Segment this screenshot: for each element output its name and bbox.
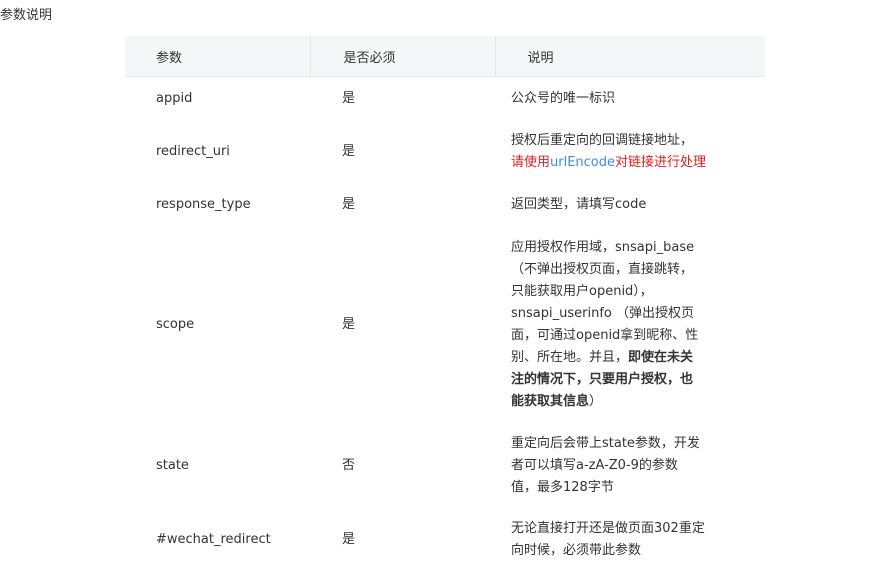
desc-line: 者可以填写a-zA-Z0-9的参数 xyxy=(511,457,678,473)
param-description: 授权后重定向的回调链接地址， 请使用urlEncode对链接进行处理 xyxy=(495,121,765,183)
desc-text: 别、所在地。并且， xyxy=(511,349,629,365)
header-required: 是否必须 xyxy=(309,36,495,77)
param-description: 应用授权作用域，snsapi_base （不弹出授权页面，直接跳转， 只能获取用… xyxy=(495,227,765,423)
parameters-table: 参数 是否必须 说明 appid 是 公众号的唯一标识 redirect_uri… xyxy=(125,36,765,571)
desc-bold-line: 注的情况下，只要用户授权，也 xyxy=(511,371,694,387)
param-required: 是 xyxy=(342,143,356,159)
desc-line: 能获取其信息） xyxy=(511,391,735,413)
desc-line: 公众号的唯一标识 xyxy=(511,90,616,106)
table-header-row: 参数 是否必须 说明 xyxy=(125,36,765,77)
desc-line: 无论直接打开还是做页面302重定 xyxy=(511,520,705,536)
desc-note-post: 对链接进行处理 xyxy=(615,154,707,170)
desc-bold: 即使在未关 xyxy=(628,349,694,365)
desc-bold: 能获取其信息 xyxy=(511,393,590,409)
param-required: 是 xyxy=(342,316,356,332)
param-name: #wechat_redirect xyxy=(156,531,271,547)
header-param: 参数 xyxy=(125,36,310,77)
desc-line: 返回类型，请填写code xyxy=(511,196,647,212)
desc-line: 应用授权作用域，snsapi_base xyxy=(511,239,695,255)
desc-line: 面，可通过openid拿到昵称、性 xyxy=(511,327,699,343)
param-name: appid xyxy=(156,90,193,106)
desc-note: 请使用urlEncode对链接进行处理 xyxy=(511,152,735,174)
desc-text: ） xyxy=(589,393,603,409)
param-name: redirect_uri xyxy=(156,143,230,159)
desc-line: 向时候，必须带此参数 xyxy=(511,542,642,558)
param-description: 公众号的唯一标识 xyxy=(495,77,765,121)
desc-line: （不弹出授权页面，直接跳转， xyxy=(511,261,694,277)
param-name: state xyxy=(156,457,189,473)
desc-line: 授权后重定向的回调链接地址， xyxy=(511,132,694,148)
desc-line: 重定向后会带上state参数，开发 xyxy=(511,435,700,451)
param-name: response_type xyxy=(156,196,251,212)
desc-line: 值，最多128字节 xyxy=(511,479,614,495)
param-description: 重定向后会带上state参数，开发 者可以填写a-zA-Z0-9的参数 值，最多… xyxy=(495,423,765,509)
section-title: 参数说明 xyxy=(0,8,53,23)
desc-line: 别、所在地。并且，即使在未关 xyxy=(511,347,735,369)
param-description: 返回类型，请填写code xyxy=(495,183,765,227)
urlencode-link[interactable]: urlEncode xyxy=(550,155,615,170)
table-row: appid 是 公众号的唯一标识 xyxy=(125,77,765,121)
param-name: scope xyxy=(156,316,195,332)
param-required: 是 xyxy=(342,531,356,547)
table-row: scope 是 应用授权作用域，snsapi_base （不弹出授权页面，直接跳… xyxy=(125,227,765,423)
table-row: redirect_uri 是 授权后重定向的回调链接地址， 请使用urlEnco… xyxy=(125,121,765,183)
param-required: 是 xyxy=(342,90,356,106)
desc-note-pre: 请使用 xyxy=(511,154,551,170)
param-required: 否 xyxy=(342,457,356,473)
header-description: 说明 xyxy=(494,36,765,77)
table-row: state 否 重定向后会带上state参数，开发 者可以填写a-zA-Z0-9… xyxy=(125,423,765,509)
param-required: 是 xyxy=(342,196,356,212)
desc-line: 只能获取用户openid）， xyxy=(511,283,653,299)
table-row: response_type 是 返回类型，请填写code xyxy=(125,183,765,227)
desc-line: snsapi_userinfo （弹出授权页 xyxy=(511,305,694,321)
param-description: 无论直接打开还是做页面302重定 向时候，必须带此参数 xyxy=(495,509,765,571)
table-row: #wechat_redirect 是 无论直接打开还是做页面302重定 向时候，… xyxy=(125,509,765,571)
